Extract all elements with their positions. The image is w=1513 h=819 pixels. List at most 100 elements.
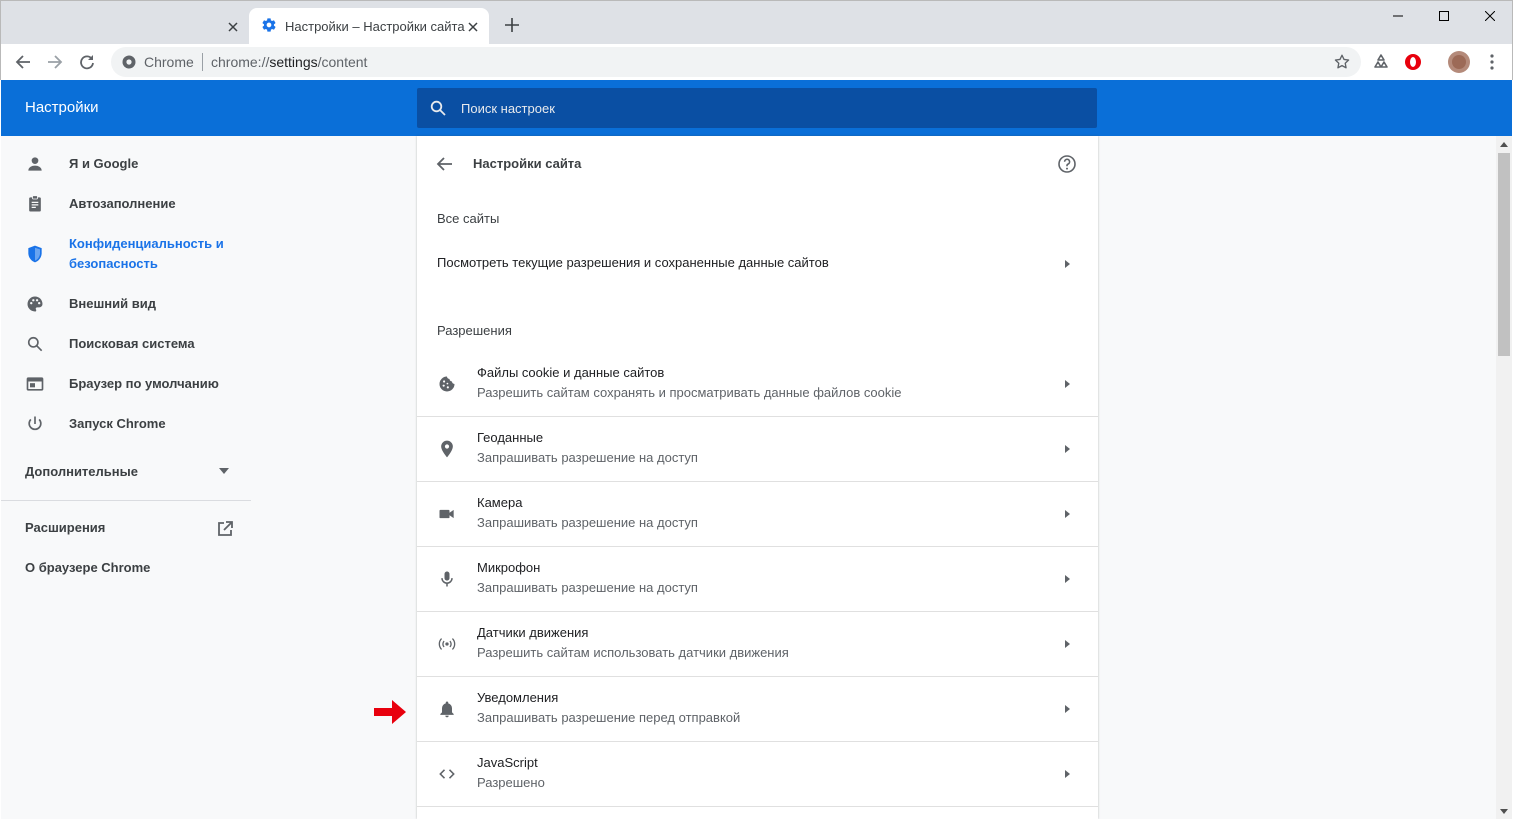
maximize-icon [1439,11,1449,21]
permission-row-notifications[interactable]: Уведомления Запрашивать разрешение перед… [417,677,1098,742]
sidebar-item-label: Автозаполнение [69,196,176,211]
sidebar-item-on-startup[interactable]: Запуск Chrome [1,414,251,434]
tab-active[interactable]: Настройки – Настройки сайта [249,8,489,45]
opera-extension-button[interactable] [1401,50,1425,74]
permission-title: Уведомления [477,690,559,705]
search-icon [430,100,446,116]
microphone-icon [441,571,453,587]
minimize-icon [1393,15,1403,17]
permission-title: Датчики движения [477,625,589,640]
reload-button[interactable] [75,50,99,74]
page-scrollbar[interactable] [1496,136,1512,819]
sidebar-item-you-and-google[interactable]: Я и Google [1,154,251,174]
permission-title: JavaScript [477,755,538,770]
sidebar-item-search-engine[interactable]: Поисковая система [1,334,251,354]
scroll-down-button[interactable] [1496,803,1512,819]
sidebar-item-appearance[interactable]: Внешний вид [1,294,251,314]
back-button[interactable] [11,50,35,74]
all-sites-row-title: Посмотреть текущие разрешения и сохранен… [437,255,829,270]
arrow-right-icon [1065,510,1070,518]
permission-row-microphone[interactable]: Микрофон Запрашивать разрешение на досту… [417,547,1098,612]
profile-button[interactable] [1447,50,1471,74]
menu-button[interactable] [1480,50,1504,74]
permission-subtitle: Разрешить сайтам сохранять и просматрива… [477,385,902,400]
arrow-right-icon [1065,445,1070,453]
gear-icon [262,18,276,32]
omnibox-chip: Chrome [144,54,194,70]
recycle-extension-button[interactable] [1369,50,1393,74]
chevron-down-icon [219,468,229,474]
sidebar-item-label: Я и Google [69,156,139,171]
sidebar-about-label: О браузере Chrome [25,560,151,575]
permission-subtitle: Запрашивать разрешение на доступ [477,580,698,595]
minimize-button[interactable] [1375,5,1421,27]
permission-row-javascript[interactable]: JavaScript Разрешено [417,742,1098,807]
person-icon [28,157,42,171]
chrome-icon [122,55,136,69]
sidebar-item-label: Поисковая система [69,336,195,351]
sidebar-item-about[interactable]: О браузере Chrome [1,558,251,578]
card-title: Настройки сайта [473,156,582,171]
sidebar-item-autofill[interactable]: Автозаполнение [1,194,251,214]
cookie-icon [439,376,455,392]
sidebar-item-label: Запуск Chrome [69,416,166,431]
search-icon [27,336,43,352]
tab-active-close-icon[interactable] [463,17,483,37]
recycle-icon [1374,54,1388,68]
sensors-icon [438,638,456,650]
forward-button[interactable] [43,50,67,74]
annotation-arrow-icon [374,700,406,724]
url-text: chrome://settings/content [211,54,368,70]
sidebar-advanced-toggle[interactable]: Дополнительные [1,462,251,482]
sidebar-item-privacy[interactable]: Конфиденциальность и безопасность [1,234,251,274]
sidebar-item-extensions[interactable]: Расширения [1,518,251,540]
search-input[interactable] [461,88,1081,128]
permission-subtitle: Разрешено [477,775,545,790]
permission-row-motion-sensors[interactable]: Датчики движения Разрешить сайтам исполь… [417,612,1098,677]
page-title: Настройки [25,99,99,116]
search-box[interactable] [417,88,1097,128]
tab-strip: Настройки – Настройки сайта [0,0,1513,45]
all-sites-row[interactable]: Посмотреть текущие разрешения и сохранен… [417,240,1098,288]
tab-inactive[interactable] [11,9,247,45]
close-window-button[interactable] [1467,5,1513,27]
sidebar-item-label: Браузер по умолчанию [69,376,219,391]
close-icon [1485,11,1495,21]
card-header: Настройки сайта [417,136,1098,192]
browser-toolbar: Chrome chrome://settings/content [0,44,1513,80]
palette-icon [27,296,43,312]
permission-subtitle: Запрашивать разрешение на доступ [477,515,698,530]
sidebar-item-default-browser[interactable]: Браузер по умолчанию [1,374,251,394]
scroll-thumb[interactable] [1498,153,1510,356]
arrow-right-icon [1065,260,1070,268]
help-icon[interactable] [1057,154,1077,174]
kebab-menu-icon [1490,54,1494,70]
permissions-section-label: Разрешения [437,323,512,338]
permission-row-location[interactable]: Геоданные Запрашивать разрешение на дост… [417,417,1098,482]
address-bar[interactable]: Chrome chrome://settings/content [111,47,1361,77]
all-sites-section-label: Все сайты [437,211,500,226]
sidebar: Я и Google Автозаполнение Конфиденциальн… [1,136,251,819]
permission-row-camera[interactable]: Камера Запрашивать разрешение на доступ [417,482,1098,547]
permission-title: Микрофон [477,560,541,575]
reload-icon [80,55,94,70]
tab-active-title: Настройки – Настройки сайта [285,19,465,34]
opera-icon [1405,54,1421,70]
browser-icon [26,377,44,391]
code-icon [439,769,455,779]
bell-icon [440,701,454,718]
omnibox-separator [202,53,203,71]
plus-icon [505,18,519,32]
site-settings-card: Настройки сайта Все сайты Посмотреть тек… [417,136,1098,819]
new-tab-button[interactable] [501,16,523,38]
back-arrow-icon[interactable] [435,154,455,174]
open-in-new-icon [218,521,233,536]
star-icon[interactable] [1333,53,1351,71]
scroll-up-button[interactable] [1496,136,1512,152]
tab-inactive-close-icon[interactable] [223,17,243,37]
maximize-button[interactable] [1421,5,1467,27]
camera-icon [439,509,454,519]
permission-title: Геоданные [477,430,544,445]
permission-row-cookies[interactable]: Файлы cookie и данные сайтов Разрешить с… [417,352,1098,417]
avatar [1448,51,1470,73]
